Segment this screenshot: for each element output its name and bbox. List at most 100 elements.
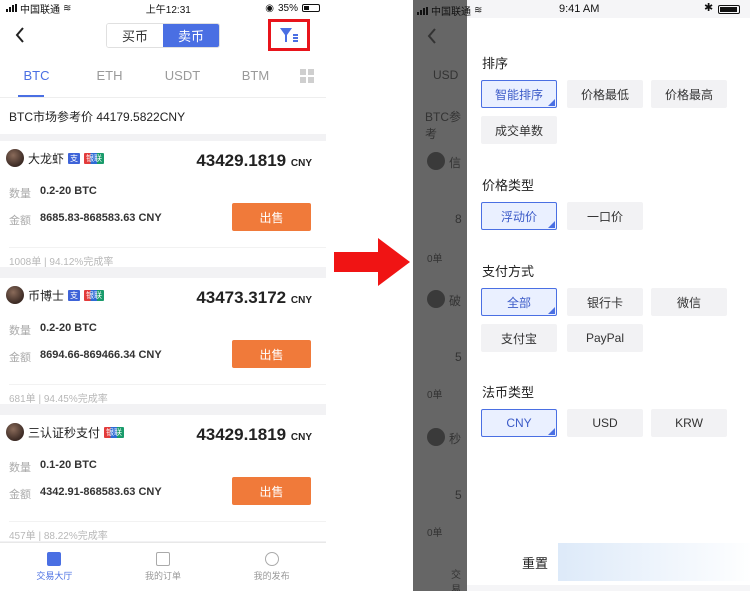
grid-icon[interactable] <box>300 69 314 83</box>
qty-value: 0.2-20 BTC <box>40 185 97 197</box>
seller-name[interactable]: 三认证秒支付 <box>28 424 100 441</box>
filter-button[interactable] <box>268 19 310 51</box>
status-time: 9:41 AM <box>559 3 600 15</box>
qty-value: 0.1-20 BTC <box>40 459 97 471</box>
payment-option-alipay[interactable]: 支付宝 <box>481 324 557 352</box>
coin-tabs: BTC ETH USDT BTM <box>0 54 326 98</box>
sell-button[interactable]: 出售 <box>232 340 311 368</box>
sell-button[interactable]: 出售 <box>232 477 311 505</box>
payment-option-paypal[interactable]: PayPal <box>567 324 643 352</box>
buy-sell-toggle: 买币 卖币 <box>106 22 220 48</box>
payment-option-wechat[interactable]: 微信 <box>651 288 727 316</box>
price-type-floating[interactable]: 浮动价 <box>481 202 557 230</box>
dimmed-tab: USD <box>433 68 459 82</box>
reset-button[interactable]: 重置 <box>522 553 548 572</box>
fiat-option-cny[interactable]: CNY <box>481 409 557 437</box>
nav-my-posts[interactable]: 我的发布 <box>217 543 326 591</box>
payment-title: 支付方式 <box>482 264 535 279</box>
qty-label: 数量 <box>9 188 31 200</box>
confirm-button-fade <box>558 543 750 581</box>
qty-label: 数量 <box>9 462 31 474</box>
divider <box>9 384 326 385</box>
dimmed-value: 5 <box>455 350 462 364</box>
price-type-fixed[interactable]: 一口价 <box>567 202 643 230</box>
signal-icon <box>417 6 428 15</box>
nav-label: 我的订单 <box>145 571 182 581</box>
buy-tab[interactable]: 买币 <box>107 23 163 47</box>
tab-btm[interactable]: BTM <box>219 68 292 83</box>
sort-option-highest[interactable]: 价格最高 <box>651 80 727 108</box>
amount-value: 8685.83-868583.63 CNY <box>40 212 162 224</box>
right-arrow-icon <box>334 238 410 286</box>
tab-eth[interactable]: ETH <box>73 68 146 83</box>
amount-label: 金额 <box>9 215 31 227</box>
dimmed-stats: 0单 <box>427 254 443 265</box>
seller-stats: 1008单 | 94.12%完成率 <box>9 257 114 268</box>
avatar <box>427 428 445 446</box>
tab-btc[interactable]: BTC <box>0 68 73 83</box>
dimmed-name: 破 <box>449 294 462 308</box>
dimmed-name: 秒 <box>449 432 462 446</box>
payment-option-all[interactable]: 全部 <box>481 288 557 316</box>
tab-underline <box>18 95 44 97</box>
tab-usdt[interactable]: USDT <box>146 68 219 83</box>
back-button[interactable] <box>10 24 30 46</box>
alipay-badge-icon: 支 <box>68 152 81 164</box>
left-screen: 中国联通 ≋ 上午12:31 ◉ 35% 买币 卖币 BTC ETH USDT … <box>0 0 326 591</box>
status-bar: 中国联通 ≋ 上午12:31 ◉ 35% <box>0 0 326 16</box>
bottom-nav: 交易大厅 我的订单 我的发布 <box>0 542 326 591</box>
dimmed-stats: 0单 <box>427 390 443 401</box>
avatar <box>6 286 24 304</box>
dimmed-name: 信 <box>449 156 462 170</box>
fiat-option-usd[interactable]: USD <box>567 409 643 437</box>
avatar <box>6 149 24 167</box>
unionpay-badge-icon: 银联 <box>104 426 125 438</box>
dimmed-background: USD BTC参考 信 8 0单 破 5 0单 秒 5 0单 交易 <box>413 0 467 591</box>
carrier-label: 中国联通 <box>20 4 60 16</box>
filter-panel: 排序 智能排序 价格最低 价格最高 成交单数 价格类型 浮动价 一口价 支付方式… <box>467 18 750 585</box>
sell-tab[interactable]: 卖币 <box>163 23 219 47</box>
sort-title: 排序 <box>482 56 509 71</box>
amount-value: 8694.66-869466.34 CNY <box>40 349 162 361</box>
nav-trading-hall[interactable]: 交易大厅 <box>0 543 109 591</box>
seller-name[interactable]: 币博士 <box>28 287 64 304</box>
bluetooth-icon: ✱ <box>704 2 714 14</box>
amount-value: 4342.91-868583.63 CNY <box>40 486 162 498</box>
chart-icon <box>47 552 62 566</box>
amount-label: 金额 <box>9 352 31 364</box>
avatar <box>6 423 24 441</box>
fiat-option-krw[interactable]: KRW <box>651 409 727 437</box>
divider <box>9 247 326 248</box>
right-screen: USD BTC参考 信 8 0单 破 5 0单 秒 5 0单 交易 中国联通 ≋… <box>413 0 750 591</box>
alipay-badge-icon: 支 <box>68 289 81 301</box>
listing-card: 大龙虾 支 银联 43429.1819 CNY 数量 0.2-20 BTC 金额… <box>0 141 326 268</box>
nav-label: 我的发布 <box>253 571 290 581</box>
seller-name[interactable]: 大龙虾 <box>28 150 64 167</box>
chevron-left-icon <box>427 28 436 44</box>
battery-icon <box>718 5 740 14</box>
sort-option-smart[interactable]: 智能排序 <box>481 80 557 108</box>
chat-icon <box>264 552 279 566</box>
unionpay-badge-icon: 银联 <box>84 152 105 164</box>
carrier-label: 中国联通 <box>431 7 471 18</box>
seller-stats: 457单 | 88.22%完成率 <box>9 531 108 542</box>
wifi-icon: ≋ <box>63 2 72 14</box>
status-time: 上午12:31 <box>145 4 191 16</box>
payment-option-bank[interactable]: 银行卡 <box>567 288 643 316</box>
listing-card: 三认证秒支付 银联 43429.1819 CNY 数量 0.1-20 BTC 金… <box>0 415 326 542</box>
unit-price: 43429.1819 CNY <box>196 425 312 444</box>
divider <box>9 521 326 522</box>
reference-price: BTC市场参考价 44179.5822CNY <box>0 98 326 134</box>
dimmed-stats: 0单 <box>427 528 443 539</box>
dimmed-ref: BTC参考 <box>425 110 462 141</box>
battery-percent: 35% <box>277 2 298 14</box>
nav-my-orders[interactable]: 我的订单 <box>109 543 218 591</box>
fiat-title: 法币类型 <box>482 385 535 400</box>
sell-button[interactable]: 出售 <box>232 203 311 231</box>
sort-option-volume[interactable]: 成交单数 <box>481 116 557 144</box>
nav-label: 交易大厅 <box>36 571 73 581</box>
unit-price: 43473.3172 CNY <box>196 288 312 307</box>
sort-option-lowest[interactable]: 价格最低 <box>567 80 643 108</box>
dimmed-value: 8 <box>455 212 462 226</box>
dimmed-value: 5 <box>455 488 462 502</box>
